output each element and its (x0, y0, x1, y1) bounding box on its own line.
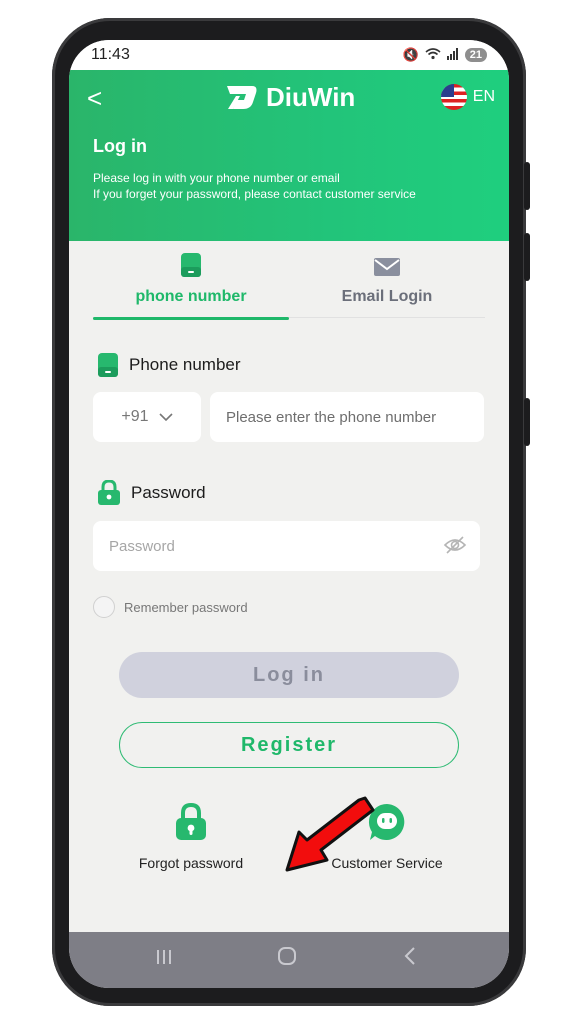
battery-icon: 21 (464, 48, 487, 62)
remember-label: Remember password (124, 599, 248, 615)
forgot-password-link[interactable]: Forgot password (111, 802, 271, 871)
language-selector[interactable]: EN (440, 84, 495, 110)
page-subtitle: Please log in with your phone number or … (93, 170, 416, 202)
android-nav-bar (69, 932, 509, 988)
section-label-text: Password (131, 483, 206, 502)
tab-email-login[interactable]: Email Login (289, 248, 485, 318)
page-title: Log in (93, 136, 147, 156)
lock-icon (176, 802, 206, 840)
country-code-select[interactable]: +91 (93, 392, 201, 442)
recent-apps-icon[interactable] (155, 946, 173, 972)
phone-icon (181, 253, 201, 277)
status-time: 11:43 (91, 46, 130, 63)
status-icons: 🔇 21 (403, 47, 487, 63)
mute-icon: 🔇 (402, 47, 419, 62)
brand-logo: DiuWin (224, 82, 355, 113)
side-button (524, 233, 530, 281)
side-button (524, 398, 530, 446)
signal-icon (446, 47, 459, 63)
back-button[interactable]: < (87, 85, 102, 111)
register-button[interactable]: Register (119, 722, 459, 768)
forgot-password-label: Forgot password (138, 855, 244, 871)
phone-number-label: Phone number (97, 352, 241, 378)
side-button (524, 162, 530, 210)
mail-icon (374, 258, 400, 276)
remember-password[interactable]: Remember password (93, 596, 248, 618)
subtitle-line: Please log in with your phone number or … (93, 171, 340, 185)
section-label-text: Phone number (129, 355, 241, 374)
lock-icon (98, 480, 120, 505)
country-code: +91 (121, 408, 149, 425)
status-bar: 11:43 🔇 21 (69, 40, 509, 70)
subtitle-line: If you forget your password, please cont… (93, 187, 416, 201)
login-tabs: phone number Email Login (93, 248, 485, 320)
tab-label: phone number (135, 288, 247, 305)
brand-name: DiuWin (266, 82, 356, 112)
password-label: Password (97, 480, 206, 506)
app-screen: 11:43 🔇 21 < DiuWin EN Log in Please log… (69, 40, 509, 988)
tab-label: Email Login (341, 288, 433, 305)
remember-checkbox[interactable] (93, 596, 115, 618)
phone-number-input[interactable] (210, 392, 484, 442)
us-flag-icon (440, 84, 467, 110)
header-banner: < DiuWin EN Log in Please log in with yo… (69, 70, 509, 241)
back-nav-icon[interactable] (403, 946, 417, 972)
chevron-down-icon (158, 413, 173, 421)
login-button[interactable]: Log in (119, 652, 459, 698)
password-input[interactable] (93, 521, 480, 571)
wifi-icon (425, 47, 441, 63)
phone-icon (98, 353, 118, 377)
diuwin-logo-icon (227, 85, 257, 109)
language-label: EN (472, 88, 495, 105)
home-icon[interactable] (277, 946, 297, 972)
tab-phone-number[interactable]: phone number (93, 248, 289, 320)
eye-off-icon[interactable] (443, 535, 467, 555)
red-arrow-annotation (285, 796, 375, 872)
